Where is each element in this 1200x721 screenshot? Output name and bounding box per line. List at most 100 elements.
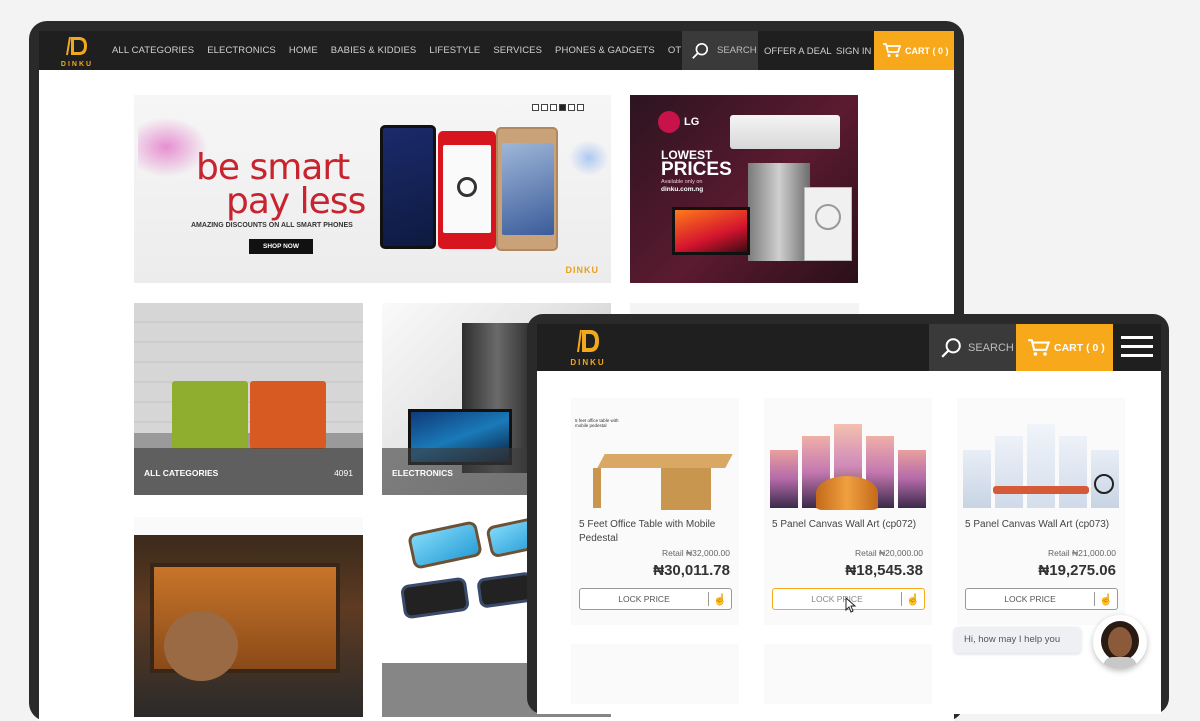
tablet-device-frame: DINKU SEARCH CART ( 0 ) 5 feet office ta…	[527, 314, 1169, 714]
red-phone-image	[438, 131, 496, 249]
product-card-partial[interactable]	[764, 644, 932, 704]
product-image-caption: 5 feet office table with mobile pedestal	[575, 418, 619, 428]
carousel-dot[interactable]	[541, 104, 548, 111]
tap-icon: ☝	[1099, 593, 1113, 606]
product-card[interactable]: 5 feet office table with mobile pedestal…	[571, 398, 739, 625]
nav-phones-gadgets[interactable]: PHONES & GADGETS	[555, 45, 655, 56]
product-name[interactable]: 5 Feet Office Table with Mobile Pedestal	[579, 518, 734, 546]
cart-icon	[883, 43, 901, 57]
cart-button[interactable]: CART ( 0 )	[1016, 324, 1113, 371]
svg-text:DINKU: DINKU	[61, 61, 93, 68]
lg-brand-text: LG	[684, 116, 700, 128]
menu-icon[interactable]	[1121, 336, 1153, 358]
product-price: ₦18,545.38	[845, 562, 923, 579]
chat-greeting-bubble[interactable]: Hi, how may I help you	[954, 627, 1081, 653]
chat-agent-avatar[interactable]	[1093, 615, 1147, 669]
nav-electronics[interactable]: ELECTRONICS	[207, 45, 276, 56]
dinku-logo[interactable]: DINKU	[54, 34, 100, 68]
nav-home[interactable]: HOME	[289, 45, 318, 56]
hero-banner[interactable]: be smart pay less AMAZING DISCOUNTS ON A…	[134, 95, 611, 283]
retail-price: Retail ₦21,000.00	[1047, 548, 1116, 558]
gold-phone-image	[496, 127, 558, 251]
product-name[interactable]: 5 Panel Canvas Wall Art (cp072)	[772, 518, 927, 532]
product-image-office-table: 5 feet office table with mobile pedestal	[571, 416, 739, 512]
retail-price: Retail ₦32,000.00	[661, 548, 730, 558]
search-button[interactable]: SEARCH	[929, 324, 1016, 371]
hero-headline-line2: pay less	[226, 181, 366, 222]
cart-button[interactable]: CART ( 0 )	[874, 31, 954, 70]
shop-now-button[interactable]: SHOP NOW	[249, 239, 313, 254]
lock-price-button[interactable]: LOCK PRICE ☝	[579, 588, 732, 610]
carousel-indicators	[532, 104, 586, 111]
cart-label: CART ( 0 )	[1054, 341, 1105, 354]
search-icon	[941, 337, 961, 358]
avatar-shoulders	[1103, 657, 1137, 669]
product-image-canvas-clock	[957, 416, 1125, 512]
svg-text:DINKU: DINKU	[570, 358, 605, 367]
air-conditioner-image	[730, 115, 840, 149]
retail-price: Retail ₦20,000.00	[854, 548, 923, 558]
tiger-shape	[816, 476, 878, 510]
category-tile-babies[interactable]	[134, 517, 363, 717]
product-price: ₦19,275.06	[1038, 562, 1116, 579]
canvas-panel	[963, 450, 991, 508]
smoke-decoration	[569, 140, 609, 176]
lock-price-label: LOCK PRICE	[618, 594, 670, 604]
search-button[interactable]: SEARCH	[682, 31, 758, 70]
desk-leg-shape	[593, 468, 601, 508]
nav-all-categories[interactable]: ALL CATEGORIES	[112, 45, 194, 56]
fridge-image	[748, 163, 810, 261]
lg-promo-banner[interactable]: LG LOWEST PRICES Available only on dinku…	[630, 95, 858, 283]
lg-logo: LG	[658, 111, 699, 133]
lock-price-label: LOCK PRICE	[811, 594, 863, 604]
carousel-dot[interactable]	[550, 104, 557, 111]
canvas-panel	[995, 436, 1023, 508]
lg-headline-2: PRICES	[661, 159, 732, 180]
product-card[interactable]: 5 Panel Canvas Wall Art (cp072) Retail ₦…	[764, 398, 932, 625]
category-tile-all[interactable]: ALL CATEGORIES 4091	[134, 303, 363, 495]
mouse-cursor-icon	[845, 597, 857, 613]
tile-label: ELECTRONICS	[392, 468, 453, 478]
desktop-top-nav: DINKU ALL CATEGORIES ELECTRONICS HOME BA…	[39, 31, 954, 70]
desk-top-shape	[597, 454, 733, 468]
carousel-dot[interactable]	[568, 104, 575, 111]
dinku-logo[interactable]: DINKU	[567, 328, 609, 368]
lock-price-button[interactable]: LOCK PRICE ☝	[965, 588, 1118, 610]
lg-availability: Available only on	[661, 179, 703, 185]
tv-image	[672, 207, 750, 255]
tile-label: ALL CATEGORIES	[144, 468, 219, 478]
nav-services[interactable]: SERVICES	[493, 45, 542, 56]
canvas-panel	[898, 450, 926, 508]
sign-in-link[interactable]: SIGN IN	[836, 31, 871, 70]
product-name[interactable]: 5 Panel Canvas Wall Art (cp073)	[965, 518, 1120, 532]
product-card[interactable]: 5 Panel Canvas Wall Art (cp073) Retail ₦…	[957, 398, 1125, 625]
tablet-phone-image	[380, 125, 436, 249]
clock-shape	[1094, 474, 1114, 494]
carousel-dot-active[interactable]	[559, 104, 566, 111]
tablet-screen: DINKU SEARCH CART ( 0 ) 5 feet office ta…	[537, 324, 1161, 714]
washer-image	[804, 187, 852, 261]
carousel-dot[interactable]	[577, 104, 584, 111]
nav-lifestyle[interactable]: LIFESTYLE	[429, 45, 480, 56]
canvas-panel	[770, 450, 798, 508]
avatar-face	[1108, 627, 1132, 657]
hero-subtitle: AMAZING DISCOUNTS ON ALL SMART PHONES	[191, 222, 353, 229]
lg-site-url: dinku.com.ng	[661, 186, 704, 193]
tap-icon: ☝	[713, 593, 727, 606]
carousel-dot[interactable]	[532, 104, 539, 111]
search-icon	[692, 42, 709, 59]
green-basket-image	[172, 381, 248, 449]
hero-brand-mark: DINKU	[565, 265, 599, 275]
cart-label: CART ( 0 )	[905, 45, 949, 56]
canvas-figures-shape	[993, 486, 1089, 494]
tile-count: 4091	[334, 468, 353, 478]
nav-babies-kiddies[interactable]: BABIES & KIDDIES	[331, 45, 417, 56]
offer-deal-link[interactable]: OFFER A DEAL	[764, 31, 832, 70]
canvas-panel	[1027, 424, 1055, 508]
desk-pedestal-shape	[661, 468, 711, 510]
search-label: SEARCH	[717, 45, 757, 56]
cart-icon	[1028, 338, 1050, 356]
product-card-partial[interactable]	[571, 644, 739, 704]
product-image-canvas-tiger	[764, 416, 932, 512]
orange-basket-image	[250, 381, 326, 449]
